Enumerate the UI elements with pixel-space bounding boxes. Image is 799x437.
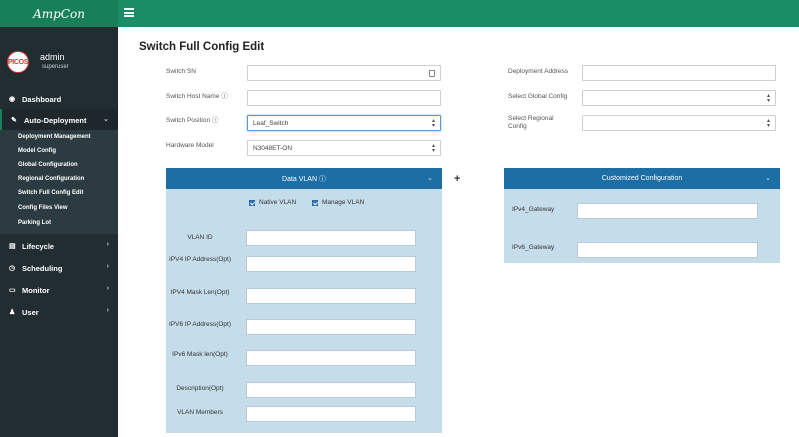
ipv4-mask-label: IPV4 Mask Len(Opt) bbox=[170, 289, 230, 296]
select-arrows-icon: ▴ ▾ bbox=[766, 93, 770, 104]
host-name-label: Switch Host Name ⓘ bbox=[166, 93, 228, 100]
sidebar-subitem-switch-full-config-edit[interactable]: Switch Full Config Edit bbox=[0, 190, 118, 201]
vlan-members-input[interactable] bbox=[246, 406, 416, 422]
id-card-icon[interactable] bbox=[429, 70, 435, 77]
host-name-input[interactable] bbox=[247, 90, 441, 106]
ipv4-gateway-label: IPv4_Gateway bbox=[512, 206, 555, 213]
native-vlan-label: Native VLAN bbox=[259, 199, 297, 206]
avatar: PICOS bbox=[7, 51, 29, 73]
regional-config-label: Select Regional Config bbox=[508, 115, 554, 130]
add-vlan-plus-icon[interactable]: + bbox=[454, 173, 460, 185]
hardware-model-value: N3048ET-ON bbox=[253, 144, 293, 152]
ipv6-address-label: IPV6 IP Address(Opt) bbox=[168, 321, 232, 328]
sidebar-item-scheduling[interactable]: ◷ Scheduling › bbox=[0, 257, 118, 279]
menu-toggle-icon[interactable] bbox=[124, 8, 134, 17]
sidebar-item-label: User bbox=[22, 307, 39, 317]
auto-deployment-submenu: Deployment Management Model Config Globa… bbox=[0, 130, 118, 234]
ipv6-address-input[interactable] bbox=[246, 319, 416, 335]
user-role: superuser bbox=[42, 64, 69, 70]
customized-config-title: Customized Configuration bbox=[601, 175, 683, 182]
user-panel: PICOS admin superuser bbox=[0, 40, 118, 80]
sidebar-item-label: Scheduling bbox=[22, 263, 63, 273]
select-arrows-icon: ▴ ▾ bbox=[431, 118, 435, 129]
regional-config-select[interactable]: ▴ ▾ bbox=[582, 115, 776, 131]
chevron-down-icon[interactable]: ⌄ bbox=[765, 174, 771, 182]
dashboard-icon: ◉ bbox=[9, 96, 16, 103]
sidebar-item-dashboard[interactable]: ◉ Dashboard bbox=[0, 88, 118, 110]
ipv6-mask-label: IPv6 Mask len(Opt) bbox=[172, 351, 228, 358]
main-content: Switch Full Config Edit Switch SN Switch… bbox=[118, 27, 799, 437]
ipv6-gateway-label: IPv6_Gateway bbox=[512, 244, 555, 251]
sidebar-item-auto-deployment[interactable]: ✎ Auto-Deployment ⌄ bbox=[0, 109, 118, 131]
data-vlan-header[interactable]: Data VLAN ⓘ ⌄ bbox=[166, 168, 442, 189]
checkbox-checked-icon bbox=[312, 199, 318, 206]
deployment-address-label: Deployment Address bbox=[508, 68, 568, 75]
lifecycle-icon: ▤ bbox=[9, 243, 16, 250]
vlan-id-label: VLAN ID bbox=[187, 234, 213, 241]
top-bar bbox=[118, 0, 799, 27]
sidebar-item-label: Monitor bbox=[22, 285, 50, 295]
sidebar-subitem-global-configuration[interactable]: Global Configuration bbox=[0, 162, 118, 173]
ipv4-mask-input[interactable] bbox=[246, 288, 416, 304]
users-icon: ♟ bbox=[9, 309, 16, 316]
sidebar: AmpCon PICOS admin superuser ◉ Dashboard… bbox=[0, 0, 118, 437]
data-vlan-panel: Data VLAN ⓘ ⌄ Native VLAN Manage VLAN VL… bbox=[166, 168, 442, 433]
vlan-id-input[interactable] bbox=[246, 230, 416, 246]
ipv4-gateway-input[interactable] bbox=[577, 203, 758, 219]
manage-vlan-label: Manage VLAN bbox=[322, 199, 365, 206]
sidebar-item-label: Auto-Deployment bbox=[24, 115, 87, 125]
sidebar-item-monitor[interactable]: ▭ Monitor › bbox=[0, 279, 118, 301]
data-vlan-title: Data VLAN ⓘ bbox=[282, 175, 326, 183]
sidebar-subitem-deployment-management[interactable]: Deployment Management bbox=[0, 134, 118, 145]
sidebar-item-lifecycle[interactable]: ▤ Lifecycle › bbox=[0, 235, 118, 257]
hardware-model-select[interactable]: N3048ET-ON ▴ ▾ bbox=[247, 140, 441, 156]
global-config-select[interactable]: ▴ ▾ bbox=[582, 90, 776, 106]
sidebar-subitem-regional-configuration[interactable]: Regional Configuration bbox=[0, 176, 118, 187]
switch-sn-input[interactable] bbox=[247, 65, 441, 81]
sidebar-subitem-config-files-view[interactable]: Config Files View bbox=[0, 205, 118, 216]
chevron-right-icon: › bbox=[106, 241, 109, 248]
hardware-model-label: Hardware Model bbox=[166, 142, 214, 149]
sidebar-item-label: Lifecycle bbox=[22, 241, 55, 251]
ipv4-address-input[interactable] bbox=[246, 256, 416, 272]
sidebar-subitem-model-config[interactable]: Model Config bbox=[0, 148, 118, 159]
customized-config-header[interactable]: Customized Configuration ⌄ bbox=[504, 168, 780, 189]
user-name: admin bbox=[40, 52, 65, 62]
select-arrows-icon: ▴ ▾ bbox=[431, 143, 435, 154]
chevron-right-icon: › bbox=[106, 263, 109, 270]
global-config-label: Select Global Config bbox=[508, 93, 568, 100]
switch-position-label: Switch Position ⓘ bbox=[166, 117, 219, 124]
chevron-down-icon[interactable]: ⌄ bbox=[427, 174, 433, 182]
brand-logo[interactable]: AmpCon bbox=[0, 0, 118, 27]
description-label: Description(Opt) bbox=[176, 385, 224, 392]
sidebar-subitem-parking-lot[interactable]: Parking Lot bbox=[0, 220, 118, 231]
switch-position-value: Leaf_Switch bbox=[253, 119, 289, 127]
chevron-right-icon: › bbox=[106, 307, 109, 314]
vlan-members-label: VLAN Members bbox=[177, 409, 223, 416]
clock-icon: ◷ bbox=[9, 265, 16, 272]
switch-position-select[interactable]: Leaf_Switch ▴ ▾ bbox=[247, 115, 441, 131]
chevron-down-icon: ⌄ bbox=[103, 116, 109, 123]
sidebar-item-user[interactable]: ♟ User › bbox=[0, 301, 118, 323]
ipv6-mask-input[interactable] bbox=[246, 350, 416, 366]
select-arrows-icon: ▴ ▾ bbox=[766, 118, 770, 129]
description-input[interactable] bbox=[246, 382, 416, 398]
manage-vlan-checkbox[interactable]: Manage VLAN bbox=[312, 199, 364, 206]
switch-sn-label: Switch SN bbox=[166, 68, 196, 75]
ipv4-address-label: IPV4 IP Address(Opt) bbox=[168, 256, 232, 263]
native-vlan-checkbox[interactable]: Native VLAN bbox=[249, 199, 296, 206]
sidebar-item-label: Dashboard bbox=[22, 94, 62, 104]
ipv6-gateway-input[interactable] bbox=[577, 242, 758, 258]
chevron-right-icon: › bbox=[106, 285, 109, 292]
checkbox-checked-icon bbox=[249, 199, 255, 206]
page-title: Switch Full Config Edit bbox=[139, 41, 265, 53]
edit-icon: ✎ bbox=[11, 117, 17, 124]
customized-config-panel: Customized Configuration ⌄ IPv4_Gateway … bbox=[504, 168, 780, 263]
deployment-address-input[interactable] bbox=[582, 65, 776, 81]
app-root: AmpCon PICOS admin superuser ◉ Dashboard… bbox=[0, 0, 799, 437]
monitor-icon: ▭ bbox=[9, 287, 16, 294]
